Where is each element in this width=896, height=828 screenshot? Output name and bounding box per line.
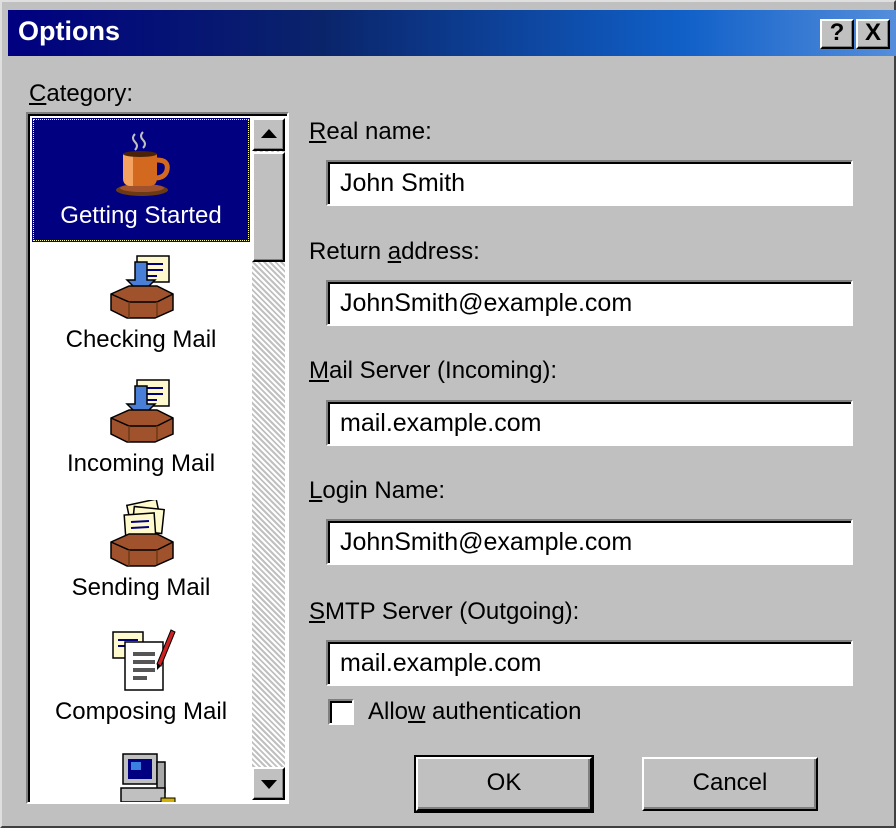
category-item-sending-mail[interactable]: Sending Mail: [32, 490, 250, 614]
login-name-field[interactable]: [326, 519, 853, 565]
return-address-field[interactable]: [326, 280, 853, 326]
compose-document-icon: [112, 629, 176, 691]
title-bar[interactable]: Options ? X: [8, 10, 896, 56]
category-item-label: Checking Mail: [65, 326, 217, 353]
scroll-down-button[interactable]: [252, 767, 285, 800]
coffee-cup-icon: [116, 131, 170, 196]
allow-authentication-label[interactable]: Allow authentication: [368, 698, 582, 726]
real-name-field[interactable]: [326, 160, 853, 206]
category-item-label: Sending Mail: [71, 574, 211, 601]
inbox-tray-icon: [110, 255, 174, 319]
close-button[interactable]: X: [856, 19, 890, 49]
category-item-partial[interactable]: [32, 738, 250, 802]
category-scrollbar[interactable]: [252, 118, 285, 800]
scroll-up-button[interactable]: [252, 118, 285, 151]
smtp-server-field[interactable]: [326, 640, 853, 686]
login-name-label: Login Name:: [309, 477, 446, 504]
window-title: Options: [18, 16, 120, 46]
category-item-label: Composing Mail: [54, 698, 228, 725]
arrow-down-icon: [261, 780, 277, 789]
return-address-label: Return address:: [309, 238, 480, 265]
outbox-tray-icon: [110, 500, 174, 567]
category-item-label: Incoming Mail: [66, 450, 216, 477]
real-name-label: Real name:: [309, 118, 432, 145]
computer-icon: [120, 753, 176, 802]
category-item-composing-mail[interactable]: Composing Mail: [32, 614, 250, 738]
cancel-button[interactable]: Cancel: [642, 757, 818, 811]
smtp-server-label: SMTP Server (Outgoing):: [309, 598, 580, 625]
category-item-getting-started[interactable]: Getting Started: [32, 118, 250, 242]
category-list: Getting Started Checking Mail Incoming M…: [32, 118, 250, 802]
scroll-thumb[interactable]: [252, 152, 285, 262]
allow-authentication-checkbox[interactable]: [328, 699, 354, 725]
mail-server-label: Mail Server (Incoming):: [309, 357, 558, 384]
help-button[interactable]: ?: [820, 19, 854, 49]
category-listbox[interactable]: Getting Started Checking Mail Incoming M…: [26, 112, 289, 804]
category-item-checking-mail[interactable]: Checking Mail: [32, 242, 250, 366]
ok-button[interactable]: OK: [414, 755, 594, 813]
category-item-label: Getting Started: [60, 202, 222, 229]
category-item-incoming-mail[interactable]: Incoming Mail: [32, 366, 250, 490]
options-dialog: Options ? X Category: Getting Started Ch…: [0, 0, 896, 828]
arrow-up-icon: [261, 129, 277, 138]
category-label: Category:: [29, 80, 134, 107]
inbox-tray-icon: [110, 379, 174, 443]
mail-server-field[interactable]: [326, 400, 853, 446]
